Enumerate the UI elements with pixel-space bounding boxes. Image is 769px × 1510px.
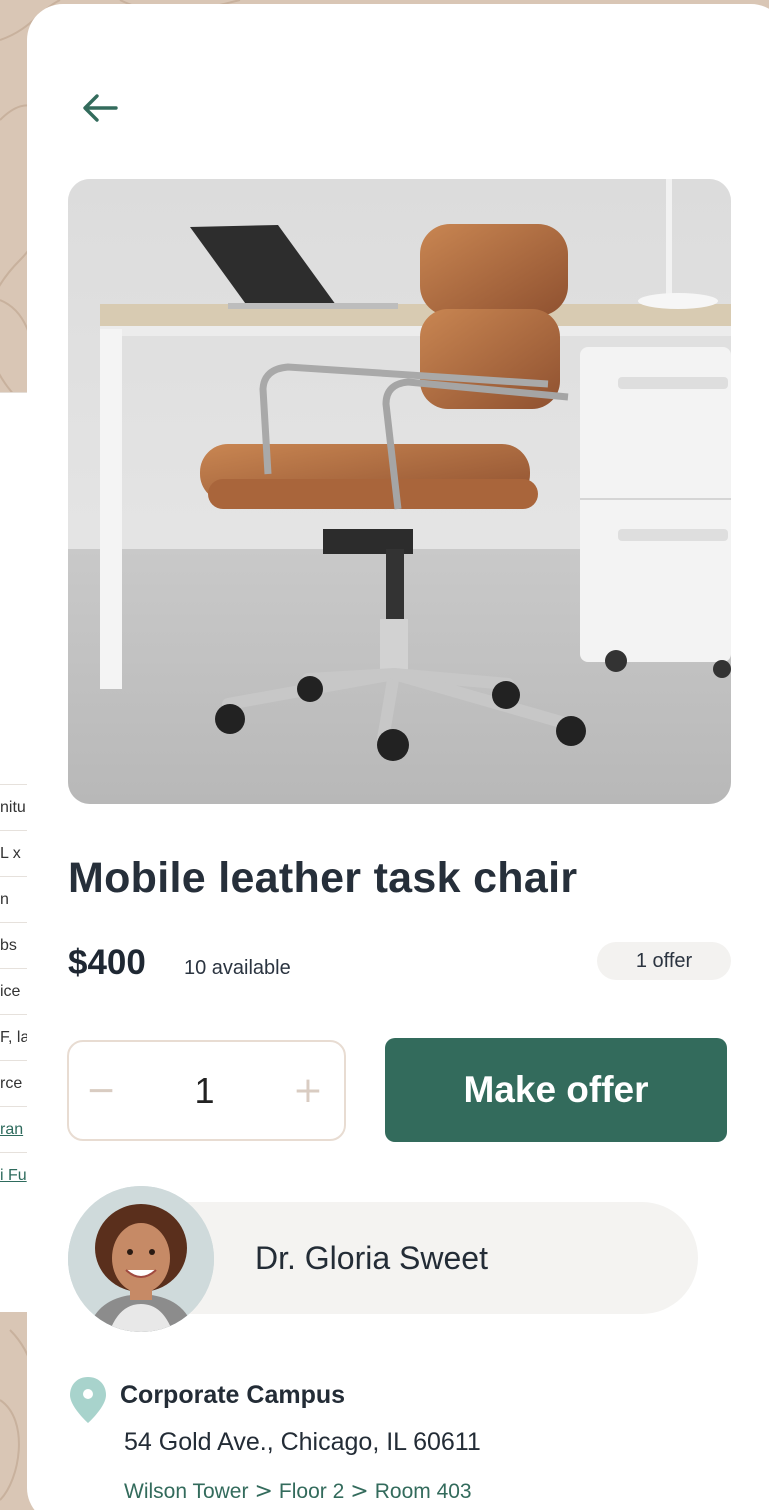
decrement-button[interactable]: −: [83, 1070, 119, 1111]
breadcrumb-room: Room 403: [374, 1479, 472, 1503]
location-breadcrumb: Wilson Tower > Floor 2 > Room 403: [124, 1479, 472, 1504]
location-pin-icon: [70, 1377, 106, 1423]
quantity-value[interactable]: 1: [194, 1070, 214, 1112]
availability-text: 10 available: [184, 957, 291, 979]
chair-photo: [68, 179, 731, 804]
breadcrumb-building: Wilson Tower: [124, 1479, 249, 1503]
seller-avatar-image: [68, 1186, 214, 1332]
location-name: Corporate Campus: [120, 1381, 346, 1409]
seller-name[interactable]: Dr. Gloria Sweet: [255, 1240, 488, 1277]
location-address: 54 Gold Ave., Chicago, IL 60611: [124, 1428, 481, 1456]
avatar[interactable]: [68, 1186, 214, 1332]
offer-count-badge: 1 offer: [597, 942, 731, 980]
product-price: $400: [68, 943, 146, 982]
product-image: [68, 179, 731, 804]
back-button[interactable]: [78, 86, 122, 130]
arrow-left-icon: [83, 94, 118, 122]
make-offer-button[interactable]: Make offer: [385, 1038, 727, 1142]
quantity-stepper: − 1 +: [67, 1040, 346, 1141]
chevron-right-icon: >: [254, 1479, 273, 1504]
increment-button[interactable]: +: [290, 1070, 326, 1111]
chevron-right-icon: >: [350, 1479, 369, 1504]
breadcrumb-floor: Floor 2: [278, 1479, 345, 1503]
product-title: Mobile leather task chair: [68, 854, 578, 902]
